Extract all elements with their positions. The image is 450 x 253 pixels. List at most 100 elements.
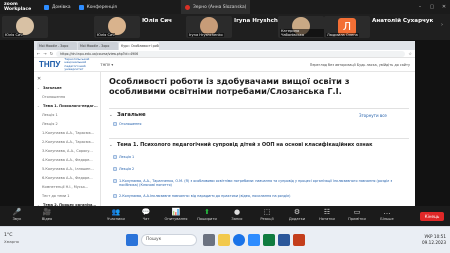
page-main: ✕ ⌄ Загальне Оголошення ⌄ Тема 1. Психол…	[34, 72, 415, 225]
participants-button[interactable]: 👥 Учасники	[99, 208, 133, 221]
zoom-title-bar: zoom Workplace Домівка Конференція Зерно…	[0, 0, 450, 14]
reload-icon[interactable]: ↻	[50, 51, 53, 56]
poll-icon: 📊	[171, 208, 181, 216]
whiteboard-icon: ▭	[353, 208, 361, 216]
url-input[interactable]: https://dn.tnpu.edu.ua/course/view.php?i…	[56, 50, 406, 57]
language-indicator: УКР	[424, 234, 433, 239]
section-title[interactable]: Загальне	[117, 112, 146, 118]
activity-link[interactable]: 1.Колупаєва, А.А., Таранченко, О.М. (Я) …	[119, 179, 404, 187]
participant-video[interactable]: Iryna Hryshchenko	[186, 16, 232, 38]
shared-screen: Мої Moodle - Зоро Мої Moodle - Зоро Курс…	[0, 40, 450, 226]
participant-video[interactable]: Юлія Сич	[94, 16, 140, 38]
word-icon[interactable]	[278, 234, 290, 246]
polls-button[interactable]: 📊 Опитування	[159, 208, 193, 221]
share-icon: ⬆	[204, 208, 210, 216]
file-icon	[113, 167, 117, 171]
browser-tabs: Мої Moodle - Зоро Мої Moodle - Зоро Курс…	[34, 41, 415, 50]
collapse-all-link[interactable]: Згорнути все	[359, 113, 387, 118]
record-button[interactable]: ● Запис	[220, 208, 254, 221]
clock-time: 10:51	[433, 234, 446, 239]
forward-icon[interactable]: →	[43, 51, 46, 56]
sidebar-item[interactable]: Тема 1. Психолого-педаг...	[43, 104, 103, 108]
browser-tab[interactable]: Мої Moodle - Зоро	[37, 42, 77, 50]
site-menu[interactable]: ТНПУ ▾	[100, 63, 113, 67]
excel-icon[interactable]	[263, 234, 275, 246]
chevron-down-icon[interactable]: ⌄	[109, 143, 113, 148]
sidebar-item[interactable]: 2.Колупаєва А.А., Тарасюк...	[42, 140, 102, 144]
camera-icon: 🎥	[42, 208, 52, 216]
notes-button[interactable]: ☷ Нотатки	[310, 208, 344, 221]
sidebar-item[interactable]: Лекція 1	[42, 113, 102, 117]
windows-taskbar: 1°C Хмарно Пошук УКР 10:51 09.12.2023	[0, 226, 450, 253]
task-view-icon[interactable]	[203, 234, 215, 246]
record-icon: ●	[233, 208, 241, 216]
sidebar-item[interactable]: 6.Колупаєва А.А., Федоре...	[42, 176, 102, 180]
meeting-toolbar: 🎤 Звук 🎥 Відео 👥 Учасники 💬 Чат 📊 Опитув…	[0, 206, 450, 226]
sidebar-item[interactable]: 4.Колупаєва А.А., Федоре...	[42, 158, 102, 162]
notes-icon: ☷	[323, 208, 331, 216]
sidebar-item[interactable]: 5.Колупаєва А.А., Ілляшен...	[42, 167, 102, 171]
close-icon[interactable]: ✕	[438, 4, 450, 10]
home-icon	[44, 4, 49, 10]
browser-tab[interactable]: Мої Moodle - Зоро	[78, 42, 118, 50]
chevron-right-icon[interactable]: ›	[436, 22, 448, 28]
activity-link[interactable]: Лекція 2	[119, 167, 134, 171]
site-header: ТНПУ Тернопільський національний педагог…	[34, 57, 415, 72]
site-logo[interactable]: ТНПУ	[39, 60, 60, 69]
zoom-tab-home[interactable]: Домівка	[40, 0, 75, 14]
chevron-down-icon[interactable]: ⌄	[109, 113, 113, 118]
sidebar-item[interactable]: Лекція 2	[42, 122, 102, 126]
browser-tab-active[interactable]: Курс: Особливості роботи із зд	[119, 42, 159, 50]
guest-notice: Перегляд без авторизації Будь ласка, уві…	[309, 62, 410, 67]
participant-video[interactable]: Катерина Чабанівська	[278, 16, 324, 38]
participants-icon: 👥	[111, 208, 121, 216]
activity-link[interactable]: Оголошення	[119, 122, 141, 126]
start-icon[interactable]	[126, 234, 138, 246]
audio-button[interactable]: 🎤 Звук	[0, 208, 34, 221]
maximize-icon[interactable]: ▢	[426, 4, 438, 10]
chevron-down-icon[interactable]: ⌄	[37, 86, 40, 90]
sidebar-item[interactable]: Оголошення	[42, 95, 102, 99]
participant-avatar[interactable]: Л Людмила Олена	[324, 16, 370, 38]
sidebar-item[interactable]: Компетенції Н.І., Муськ...	[42, 185, 102, 189]
minimize-icon[interactable]: –	[414, 4, 426, 10]
zoom-logo: zoom Workplace	[4, 2, 32, 12]
participant-video[interactable]: Юлія Сич	[2, 16, 48, 38]
powerpoint-icon[interactable]	[293, 234, 305, 246]
participant-strip: Юлія Сич Юлія Сич Юлія Сич Iryna Hryshch…	[0, 14, 450, 40]
zoom-tab-share[interactable]: Зерно (Анна Slozanska)	[180, 0, 251, 14]
participant-name: Анатолій Сухарчук	[372, 18, 434, 24]
star-icon[interactable]: ☆	[408, 51, 412, 56]
whiteboard-button[interactable]: ▭ Примітки	[340, 208, 374, 221]
chat-button[interactable]: 💬 Чат	[129, 208, 163, 221]
more-button[interactable]: … Більше	[370, 208, 404, 221]
sidebar-item[interactable]: 3.Колупаєва, А.А., Сороку...	[42, 149, 102, 153]
page-title: Особливості роботи із здобувачами вищої …	[109, 76, 350, 96]
search-input[interactable]: Пошук	[141, 234, 197, 246]
more-icon: …	[383, 208, 391, 216]
forum-icon	[113, 122, 117, 126]
section-title[interactable]: Тема 1. Психолого педагогічний супровід …	[117, 142, 373, 148]
zoom-tab-meeting[interactable]: Конференція	[75, 0, 121, 14]
chrome-icon[interactable]	[233, 234, 245, 246]
share-screen-button[interactable]: ⬆ Поширити	[190, 208, 224, 221]
file-explorer-icon[interactable]	[218, 234, 230, 246]
system-tray[interactable]: УКР 10:51 09.12.2023	[422, 234, 446, 246]
sidebar-item[interactable]: Тест до теми 1	[42, 194, 102, 198]
sidebar-item[interactable]: 1.Колупаєва А.А., Тарасюк...	[42, 131, 102, 135]
close-icon[interactable]: ✕	[37, 76, 41, 82]
file-icon	[113, 155, 117, 159]
microphone-icon: 🎤	[12, 208, 22, 216]
back-icon[interactable]: ←	[37, 51, 40, 56]
chevron-down-icon[interactable]: ⌄	[37, 104, 40, 108]
apps-button[interactable]: ⚙ Додатки	[280, 208, 314, 221]
zoom-app-icon[interactable]	[248, 234, 260, 246]
reactions-button[interactable]: ⬚ Реакції	[250, 208, 284, 221]
activity-link[interactable]: Лекція 1	[119, 155, 134, 159]
file-icon	[113, 179, 117, 183]
video-button[interactable]: 🎥 Відео	[30, 208, 64, 221]
weather-widget[interactable]: 1°C Хмарно	[4, 233, 19, 245]
activity-link[interactable]: 2.Колупаєва, А.А.Інклюзивне навчання: ві…	[119, 194, 290, 198]
end-meeting-button[interactable]: Кінець	[420, 212, 444, 221]
sidebar-item[interactable]: Загальне	[43, 86, 103, 90]
